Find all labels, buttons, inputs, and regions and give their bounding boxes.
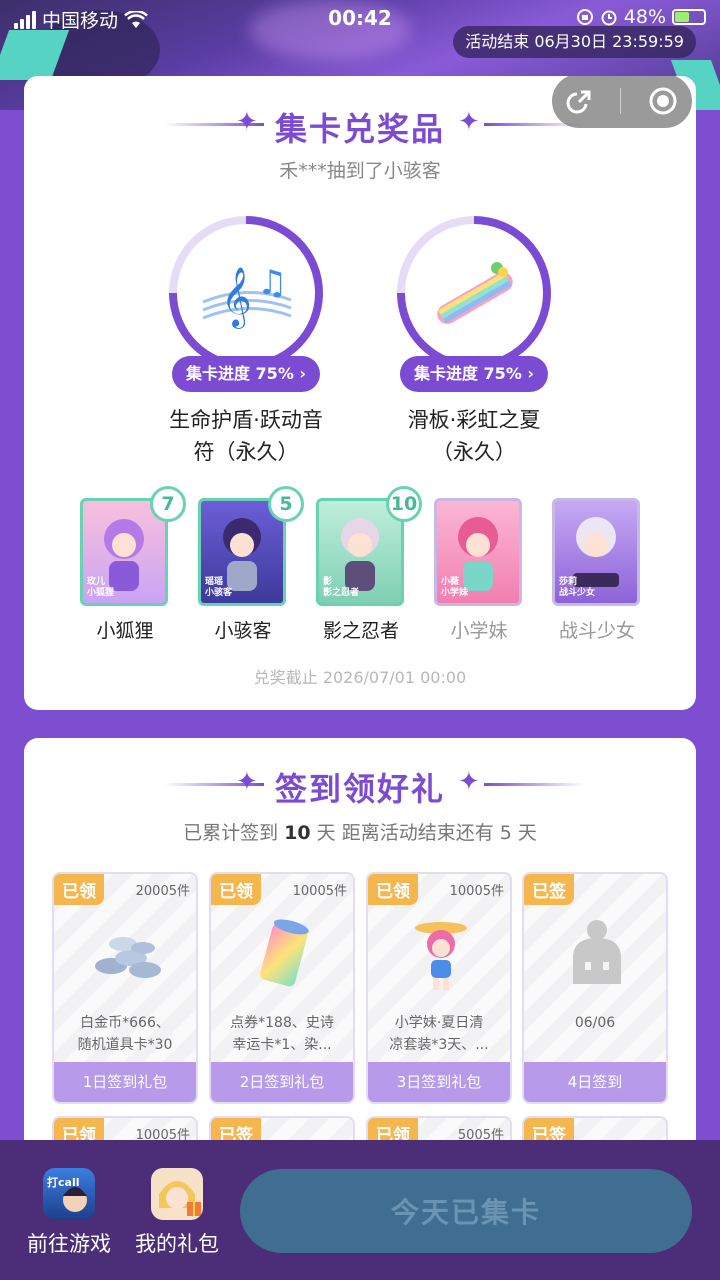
platinum-coins-icon [95, 937, 161, 978]
hero-count-badge: 10 [386, 486, 422, 522]
day-label: 1日签到礼包 [54, 1062, 196, 1102]
day-label: 4日签到 [524, 1062, 666, 1102]
signed-days-count: 10 [284, 822, 311, 844]
hero-portrait: 小薇 小学妹 [434, 498, 522, 606]
day-reward-box[interactable]: 已领 10005件 小学妹·夏日清 凉套装*3天、... 3日签到礼包 [366, 872, 512, 1104]
hero-name: 影之忍者 [322, 620, 399, 642]
progress-pill[interactable]: 集卡进度 75% › [171, 356, 321, 392]
claimed-chip: 已领 [54, 874, 104, 905]
collected-today-button[interactable]: 今天已集卡 [240, 1169, 692, 1253]
svg-text:𝄞: 𝄞 [221, 267, 252, 329]
day-label: 3日签到礼包 [368, 1062, 510, 1102]
orientation-lock-icon [576, 9, 593, 25]
progress-ring: 𝄞 ♫ [169, 216, 323, 370]
hero-portrait: 莎莉 战斗少女 [552, 498, 640, 606]
rainbow-skateboard-icon [437, 262, 513, 324]
svg-text:♫: ♫ [257, 263, 287, 303]
hero-card[interactable]: 小薇 小学妹 小学妹 [434, 498, 524, 643]
reward-desc: 点券*188、史诗 幸运卡*1、染... [230, 1015, 334, 1053]
hero-card[interactable]: 玫儿 小狐狸 7 小狐狸 [80, 486, 186, 643]
mystery-character-icon [573, 920, 621, 984]
stock-count: 10005件 [292, 884, 347, 899]
hero-count-badge: 7 [150, 486, 186, 522]
battery-percent: 48% [623, 6, 666, 28]
draw-ticker: 禾***抽到了小骇客 [279, 160, 441, 182]
gift-avatar-icon [151, 1168, 203, 1220]
alarm-icon [601, 10, 617, 26]
signed-chip: 已签 [524, 874, 574, 905]
hero-card[interactable]: 莎莉 战斗少女 战斗少女 [552, 498, 642, 643]
battery-icon [672, 9, 706, 25]
hero-name: 小狐狸 [96, 620, 154, 642]
signin-title: 签到领好礼 [274, 770, 445, 808]
progress-ring [397, 216, 551, 370]
summer-outfit-icon [415, 922, 467, 990]
bottom-action-bar: 打call 前往游戏 我的礼包 今天已集卡 [0, 1140, 720, 1280]
game-app-icon: 打call [43, 1168, 95, 1220]
prize-name: 滑板·彩虹之夏 （永久） [407, 408, 541, 464]
my-gifts-button[interactable]: 我的礼包 [122, 1168, 232, 1258]
remaining-days-count: 5 [499, 822, 512, 844]
signin-card: ✦ 签到领好礼 ✦ 已累计签到 10 天 距离活动结束还有 5 天 已领 200… [24, 738, 696, 1158]
collect-cards-card: ✦ 集卡兑奖品 ✦ 禾***抽到了小骇客 𝄞 ♫ 集卡进度 75% › 生命护盾… [24, 76, 696, 710]
sign-date: 06/06 [574, 1015, 616, 1031]
redeem-deadline: 兑奖截止 2026/07/01 00:00 [253, 668, 467, 687]
prize-item[interactable]: 集卡进度 75% › 滑板·彩虹之夏 （永久） [374, 216, 574, 468]
claimed-chip: 已领 [211, 874, 261, 905]
title-deco-right [484, 123, 584, 126]
hero-count-badge: 5 [268, 486, 304, 522]
day-label: 2日签到礼包 [211, 1062, 353, 1102]
day-reward-box[interactable]: 已领 20005件 白金币*666、 随机道具卡*30 1日签到礼包 [52, 872, 198, 1104]
sparkle-icon: ✦ [458, 107, 480, 137]
stock-count: 20005件 [135, 884, 190, 899]
hero-name: 战斗少女 [558, 620, 635, 642]
claimed-chip: 已领 [368, 874, 418, 905]
signin-summary: 已累计签到 10 天 距离活动结束还有 5 天 [183, 822, 537, 844]
reward-desc: 小学妹·夏日清 凉套装*3天、... [389, 1015, 489, 1053]
event-end-countdown: 活动结束 06月30日 23:59:59 [453, 26, 696, 58]
stock-count: 10005件 [449, 884, 504, 899]
progress-pill[interactable]: 集卡进度 75% › [399, 356, 549, 392]
title-deco-right [484, 783, 584, 786]
hero-card[interactable]: 瑶瑶 小骇客 5 小骇客 [198, 486, 304, 643]
reward-desc: 白金币*666、 随机道具卡*30 [77, 1015, 173, 1053]
collect-title: 集卡兑奖品 [274, 110, 445, 148]
prize-item[interactable]: 𝄞 ♫ 集卡进度 75% › 生命护盾·跃动音 符（永久） [146, 216, 346, 468]
hero-card[interactable]: 影影之忍者 10 影之忍者 [316, 486, 422, 643]
prize-name: 生命护盾·跃动音 符（永久） [169, 408, 323, 464]
music-note-shield-icon: 𝄞 ♫ [202, 263, 292, 329]
hero-name: 小学妹 [450, 620, 508, 642]
day-reward-box[interactable]: 已领 10005件 点券*188、史诗 幸运卡*1、染... 2日签到礼包 [209, 872, 355, 1104]
day-reward-box[interactable]: 已签 06/06 4日签到 [522, 872, 668, 1104]
hero-name: 小骇客 [214, 620, 272, 642]
sparkle-icon: ✦ [458, 767, 480, 797]
rainbow-can-icon [260, 919, 309, 987]
goto-game-button[interactable]: 打call 前往游戏 [14, 1168, 124, 1258]
